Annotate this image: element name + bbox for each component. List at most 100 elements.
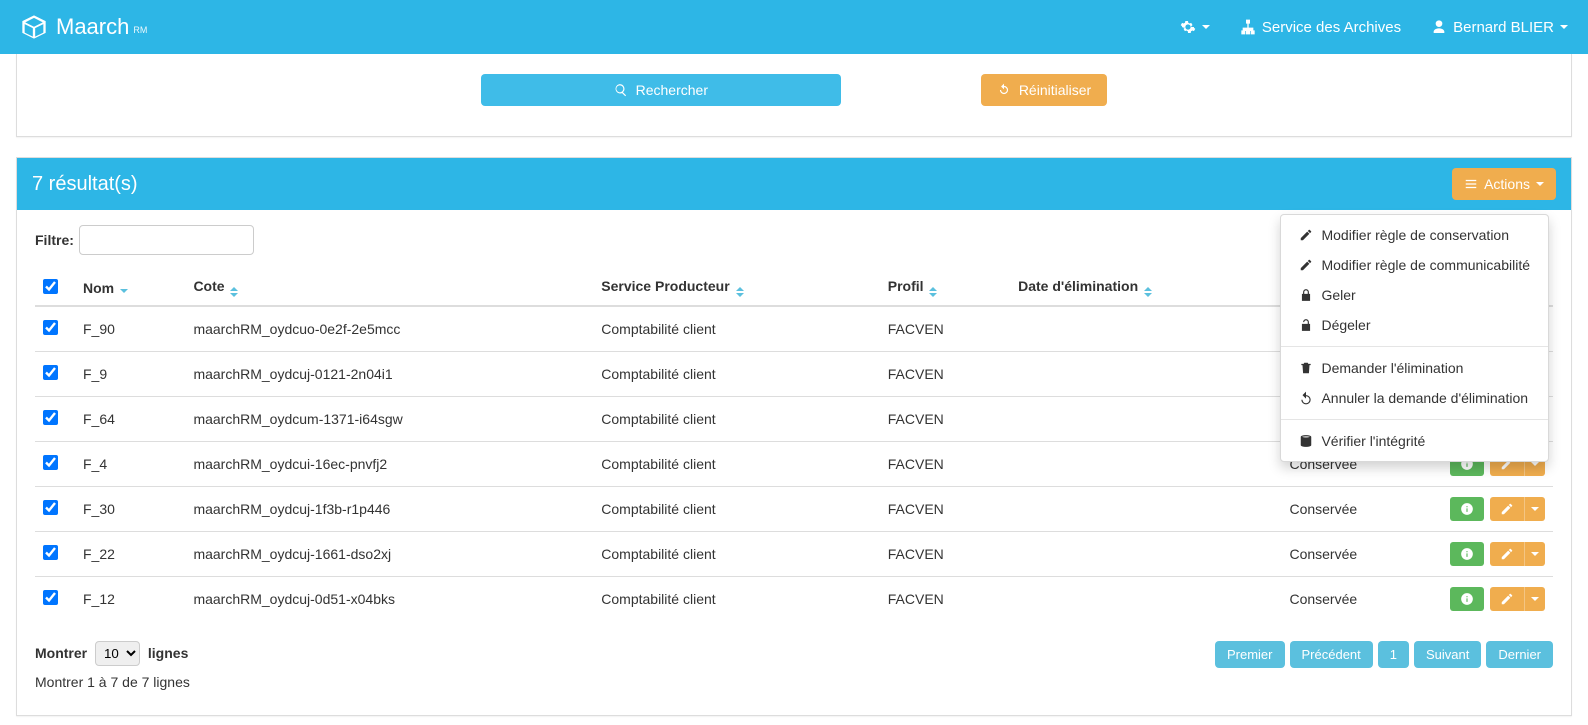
row-checkbox[interactable] [43, 320, 58, 335]
col-cote[interactable]: Cote [185, 270, 593, 306]
cell-cote: maarchRM_oydcui-16ec-pnvfj2 [185, 442, 593, 487]
cell-nom: F_90 [75, 306, 185, 352]
pagination: Premier Précédent 1 Suivant Dernier [1215, 641, 1553, 668]
info-button[interactable] [1450, 497, 1484, 521]
cell-date [1010, 532, 1281, 577]
edit-icon [1299, 258, 1313, 272]
actions-button[interactable]: Actions [1452, 168, 1556, 200]
row-checkbox[interactable] [43, 590, 58, 605]
cell-profil: FACVEN [880, 442, 1010, 487]
gear-icon [1180, 19, 1196, 35]
sort-up-icon [929, 287, 937, 291]
sitemap-icon [1240, 19, 1256, 35]
cell-cote: maarchRM_oydcum-1371-i64sgw [185, 397, 593, 442]
sort-up-icon [230, 287, 238, 291]
show-label: Montrer [35, 645, 87, 661]
unlock-icon [1299, 318, 1313, 332]
table-row: F_30 maarchRM_oydcuj-1f3b-r1p446 Comptab… [35, 487, 1553, 532]
row-checkbox[interactable] [43, 365, 58, 380]
col-date-elim[interactable]: Date d'élimination [1010, 270, 1281, 306]
search-icon [614, 83, 628, 97]
action-modify-communicability[interactable]: Modifier règle de communicabilité [1281, 250, 1548, 280]
caret-down-icon [1531, 507, 1539, 511]
cell-service: Comptabilité client [593, 532, 880, 577]
cell-statut: Conservée [1281, 532, 1433, 577]
page-first[interactable]: Premier [1215, 641, 1285, 668]
brand-sub: RM [133, 25, 147, 35]
page-size-select[interactable]: 10 [95, 641, 140, 666]
cell-cote: maarchRM_oydcuj-0121-2n04i1 [185, 352, 593, 397]
cell-nom: F_30 [75, 487, 185, 532]
edit-button[interactable] [1490, 587, 1524, 611]
info-button[interactable] [1450, 542, 1484, 566]
actions-label: Actions [1484, 176, 1530, 192]
edit-dropdown[interactable] [1524, 587, 1545, 611]
edit-icon [1500, 592, 1514, 606]
filter-input[interactable] [79, 225, 254, 255]
action-modify-conservation[interactable]: Modifier règle de conservation [1281, 220, 1548, 250]
user-menu[interactable]: Bernard BLIER [1431, 19, 1568, 36]
edit-dropdown[interactable] [1524, 542, 1545, 566]
cell-date [1010, 397, 1281, 442]
action-request-elimination[interactable]: Demander l'élimination [1281, 353, 1548, 383]
cell-date [1010, 487, 1281, 532]
page-number[interactable]: 1 [1378, 641, 1409, 668]
brand-name: Maarch [56, 14, 129, 40]
caret-down-icon [1531, 552, 1539, 556]
cell-nom: F_22 [75, 532, 185, 577]
search-panel: Rechercher Réinitialiser [16, 54, 1572, 137]
caret-down-icon [1536, 182, 1544, 186]
edit-dropdown[interactable] [1524, 497, 1545, 521]
service-label: Service des Archives [1262, 19, 1401, 36]
row-checkbox[interactable] [43, 545, 58, 560]
reset-button-label: Réinitialiser [1019, 82, 1091, 98]
select-all-checkbox[interactable] [43, 279, 58, 294]
cell-cote: maarchRM_oydcuj-0d51-x04bks [185, 577, 593, 622]
results-count: 7 résultat(s) [32, 173, 138, 196]
edit-button[interactable] [1490, 497, 1524, 521]
col-service[interactable]: Service Producteur [593, 270, 880, 306]
row-checkbox[interactable] [43, 500, 58, 515]
action-unfreeze[interactable]: Dégeler [1281, 310, 1548, 340]
col-profil[interactable]: Profil [880, 270, 1010, 306]
cell-service: Comptabilité client [593, 352, 880, 397]
cell-cote: maarchRM_oydcuj-1661-dso2xj [185, 532, 593, 577]
brand[interactable]: Maarch RM [20, 13, 147, 41]
sort-up-icon [736, 287, 744, 291]
cell-nom: F_64 [75, 397, 185, 442]
cell-statut: Conservée [1281, 487, 1433, 532]
page-prev[interactable]: Précédent [1290, 641, 1373, 668]
cell-statut: Conservée [1281, 577, 1433, 622]
page-last[interactable]: Dernier [1486, 641, 1553, 668]
navbar: Maarch RM Service des Archives Bernard B… [0, 0, 1588, 54]
info-icon [1460, 547, 1474, 561]
edit-button[interactable] [1490, 542, 1524, 566]
action-freeze[interactable]: Geler [1281, 280, 1548, 310]
refresh-icon [997, 83, 1011, 97]
info-button[interactable] [1450, 587, 1484, 611]
cell-profil: FACVEN [880, 487, 1010, 532]
logo-icon [20, 13, 48, 41]
showing-info: Montrer 1 à 7 de 7 lignes [35, 674, 190, 690]
cell-cote: maarchRM_oydcuj-1f3b-r1p446 [185, 487, 593, 532]
service-menu[interactable]: Service des Archives [1240, 19, 1401, 36]
caret-down-icon [1202, 25, 1210, 29]
reset-button[interactable]: Réinitialiser [981, 74, 1107, 106]
cell-nom: F_9 [75, 352, 185, 397]
sort-down-icon [1144, 293, 1152, 297]
lock-icon [1299, 288, 1313, 302]
edit-icon [1500, 502, 1514, 516]
row-checkbox[interactable] [43, 410, 58, 425]
cell-profil: FACVEN [880, 532, 1010, 577]
action-verify-integrity[interactable]: Vérifier l'intégrité [1281, 426, 1548, 456]
undo-icon [1299, 391, 1313, 405]
cell-service: Comptabilité client [593, 487, 880, 532]
actions-dropdown: Modifier règle de conservation Modifier … [1280, 214, 1549, 462]
cell-profil: FACVEN [880, 352, 1010, 397]
settings-menu[interactable] [1180, 19, 1210, 35]
page-next[interactable]: Suivant [1414, 641, 1481, 668]
row-checkbox[interactable] [43, 455, 58, 470]
search-button[interactable]: Rechercher [481, 74, 841, 106]
col-nom[interactable]: Nom [75, 270, 185, 306]
action-cancel-elimination[interactable]: Annuler la demande d'élimination [1281, 383, 1548, 413]
